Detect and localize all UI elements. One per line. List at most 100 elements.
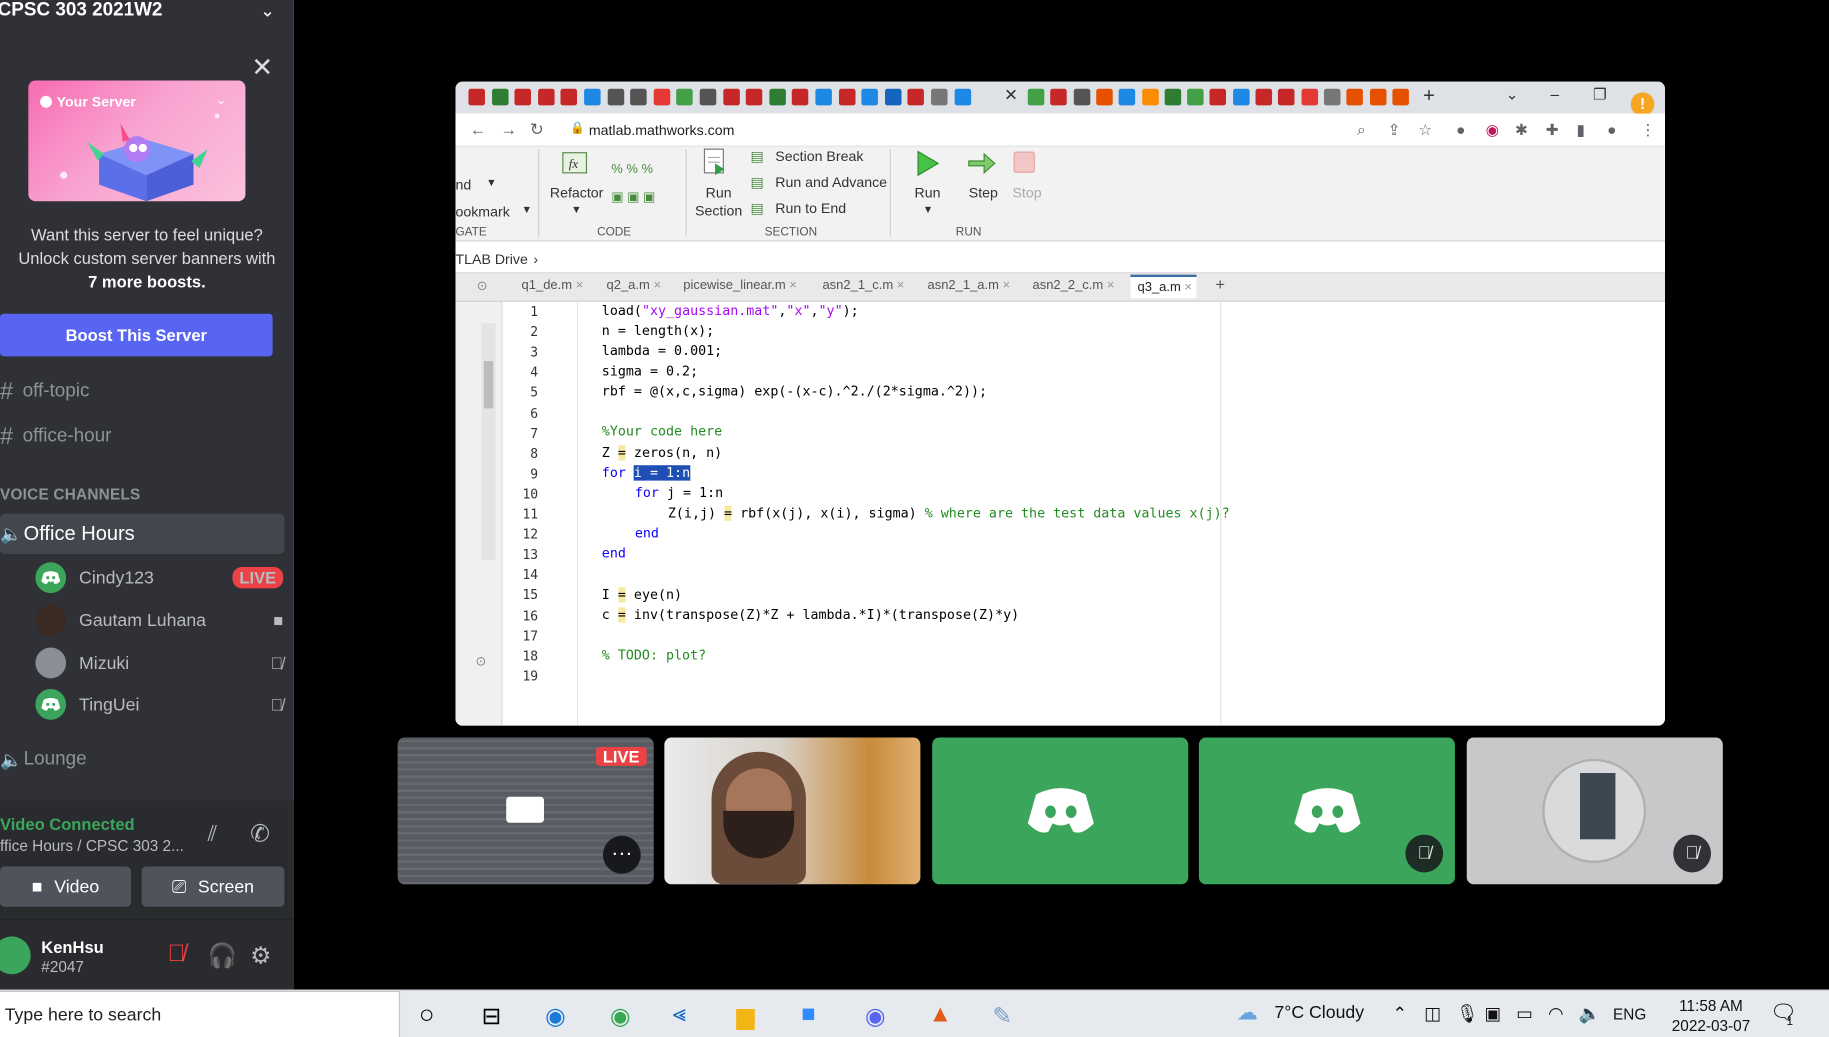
new-tab-icon[interactable]: + bbox=[1423, 84, 1435, 108]
matlab-app-icon[interactable]: ▲ bbox=[929, 1001, 952, 1028]
discord-app-icon[interactable]: ◉ bbox=[865, 1001, 886, 1031]
scrollbar[interactable] bbox=[481, 323, 496, 560]
close-icon[interactable]: × bbox=[576, 278, 584, 292]
channel-office-hour[interactable]: # office-hour bbox=[0, 419, 111, 455]
browser-tab-favicon[interactable] bbox=[1301, 88, 1318, 106]
clock[interactable]: 11:58 AM 2022-03-07 bbox=[1659, 996, 1763, 1036]
editor-tab-active[interactable]: q3_a.m × bbox=[1130, 274, 1197, 299]
gear-icon[interactable]: ⚙ bbox=[250, 941, 271, 971]
voice-location[interactable]: ffice Hours / CPSC 303 2... bbox=[0, 837, 184, 855]
browser-tab-favicon[interactable] bbox=[1141, 88, 1159, 106]
disconnect-call-icon[interactable]: ✆ bbox=[250, 819, 270, 849]
close-icon[interactable]: × bbox=[653, 278, 661, 292]
browser-tab-favicon[interactable] bbox=[931, 88, 948, 106]
voice-category-header[interactable]: VOICE CHANNELS bbox=[0, 485, 141, 503]
editor-tab[interactable]: asn2_2_c.m × bbox=[1033, 278, 1115, 302]
browser-tab-favicon[interactable] bbox=[1278, 88, 1295, 106]
refactor-button[interactable]: Refactor bbox=[550, 185, 604, 202]
close-icon[interactable]: × bbox=[1184, 281, 1192, 295]
paint-app-icon[interactable]: ✎ bbox=[992, 1001, 1012, 1031]
scrollbar-thumb[interactable] bbox=[483, 361, 494, 409]
wifi-icon[interactable]: ◠ bbox=[1548, 1003, 1563, 1024]
browser-tab-favicon[interactable] bbox=[722, 88, 740, 106]
browser-tab-favicon[interactable] bbox=[792, 88, 809, 106]
voice-user-gautam-luhana[interactable]: Gautam Luhana ■ bbox=[35, 603, 283, 639]
stop-button[interactable]: Stop bbox=[1012, 185, 1041, 202]
puzzle-icon[interactable]: ✚ bbox=[1546, 121, 1559, 140]
browser-tab-favicon[interactable] bbox=[769, 88, 786, 106]
browser-tab-favicon[interactable] bbox=[745, 88, 763, 106]
browser-tab-favicon[interactable] bbox=[1255, 88, 1273, 106]
path-breadcrumb[interactable]: TLAB Drive bbox=[455, 251, 527, 268]
browser-tab-favicon[interactable] bbox=[907, 88, 925, 106]
show-hidden-icons-icon[interactable]: ⌃ bbox=[1392, 1003, 1407, 1024]
display-icon[interactable]: ▣ bbox=[1484, 1003, 1501, 1024]
restore-icon[interactable]: ❐ bbox=[1593, 85, 1607, 104]
browser-tab-favicon[interactable] bbox=[514, 88, 532, 106]
video-tile-participant[interactable] bbox=[932, 737, 1189, 885]
extension-icon[interactable]: ✱ bbox=[1515, 121, 1528, 140]
browser-tab-favicon[interactable] bbox=[1118, 88, 1136, 106]
close-icon[interactable]: × bbox=[1003, 278, 1011, 292]
volume-icon[interactable]: 🔈 bbox=[1579, 1003, 1601, 1024]
chrome-icon[interactable]: ◉ bbox=[610, 1001, 631, 1031]
breadcrumb-chevron-icon[interactable]: › bbox=[533, 251, 538, 268]
close-icon[interactable]: × bbox=[1107, 278, 1115, 292]
chevron-down-icon[interactable]: ▼ bbox=[486, 176, 497, 188]
channel-off-topic[interactable]: # off-topic bbox=[0, 374, 89, 410]
weather-cloud-icon[interactable]: ☁ bbox=[1237, 1000, 1258, 1025]
browser-tab-favicon[interactable] bbox=[537, 88, 555, 106]
browser-tab-favicon[interactable] bbox=[699, 88, 717, 106]
browser-tab-favicon[interactable] bbox=[815, 88, 832, 106]
star-icon[interactable]: ☆ bbox=[1418, 121, 1432, 140]
browser-tab-favicon[interactable] bbox=[884, 88, 902, 106]
video-tile-mizuki[interactable]: 🎙̸ bbox=[1466, 737, 1723, 885]
sidebar-icon[interactable]: ▮ bbox=[1576, 121, 1584, 140]
voice-user-tinguei[interactable]: TingUei 🎙̸ bbox=[35, 687, 283, 723]
browser-tab-favicon[interactable] bbox=[1323, 88, 1341, 106]
browser-tab-favicon[interactable] bbox=[607, 88, 624, 106]
battery-icon[interactable]: ▭ bbox=[1516, 1003, 1533, 1024]
video-tile-participant[interactable]: 🎙̸ bbox=[1198, 737, 1455, 885]
voice-channel-lounge[interactable]: 🔈 Lounge bbox=[0, 742, 87, 778]
close-tab-icon[interactable]: ✕ bbox=[1004, 85, 1018, 105]
browser-tab-favicon[interactable] bbox=[1164, 88, 1181, 106]
browser-tab-favicon[interactable] bbox=[653, 88, 671, 106]
browser-tab-favicon[interactable] bbox=[560, 88, 578, 106]
zoom-app-icon[interactable]: ■ bbox=[801, 1001, 815, 1028]
vscode-icon[interactable]: ⪡ bbox=[673, 1001, 686, 1028]
editor-tab[interactable]: q1_de.m × bbox=[522, 278, 584, 302]
editor-tab[interactable]: asn2_1_a.m × bbox=[927, 278, 1010, 302]
video-button[interactable]: ■ Video bbox=[0, 866, 131, 907]
tray-app-icon[interactable]: ◫ bbox=[1424, 1003, 1441, 1024]
mute-mic-icon[interactable]: 🎙̸ bbox=[168, 941, 186, 968]
browser-tab-favicon[interactable] bbox=[1187, 88, 1204, 106]
browser-tab-favicon[interactable] bbox=[954, 88, 971, 106]
browser-tab-favicon[interactable] bbox=[491, 88, 509, 106]
file-browser-collapsed[interactable]: ⊙ bbox=[455, 301, 503, 726]
task-view-icon[interactable]: ⊟ bbox=[481, 1001, 501, 1031]
screen-share-browser[interactable]: ✕ + ⌄ – ❐ ! ← → ↻ 🔒 matlab.mathworks.com… bbox=[455, 81, 1665, 726]
ribbon-bookmark[interactable]: ookmark bbox=[455, 204, 509, 221]
browser-tab-favicon[interactable] bbox=[1346, 88, 1364, 106]
file-explorer-icon[interactable]: ▆ bbox=[736, 1001, 754, 1031]
browser-tab-favicon[interactable] bbox=[1232, 88, 1250, 106]
chevron-down-icon[interactable]: ▼ bbox=[571, 204, 582, 216]
browser-tab-favicon[interactable] bbox=[630, 88, 647, 106]
browser-tab-favicon[interactable] bbox=[1369, 88, 1386, 106]
chevron-down-icon[interactable]: ▼ bbox=[923, 204, 934, 216]
close-icon[interactable]: × bbox=[789, 278, 797, 292]
chevron-down-icon[interactable]: ▼ bbox=[522, 204, 533, 216]
voice-status[interactable]: Video Connected bbox=[0, 814, 135, 833]
browser-tab-favicon[interactable] bbox=[1209, 88, 1227, 106]
new-editor-tab-icon[interactable]: + bbox=[1215, 275, 1225, 299]
noise-suppression-icon[interactable]: ⫽ bbox=[208, 822, 217, 847]
reload-icon[interactable]: ↻ bbox=[530, 120, 544, 140]
tab-options-icon[interactable]: ⊙ bbox=[477, 278, 488, 302]
screen-share-button[interactable]: ⎚ Screen bbox=[141, 866, 285, 907]
more-options-button[interactable]: ··· bbox=[602, 835, 641, 874]
browser-tab-favicon[interactable] bbox=[1096, 88, 1113, 106]
code-editor[interactable]: load("xy_gaussian.mat","x","y"); n = len… bbox=[578, 301, 1665, 726]
video-tile-gautam[interactable] bbox=[664, 737, 921, 885]
minimize-icon[interactable]: – bbox=[1551, 85, 1560, 103]
